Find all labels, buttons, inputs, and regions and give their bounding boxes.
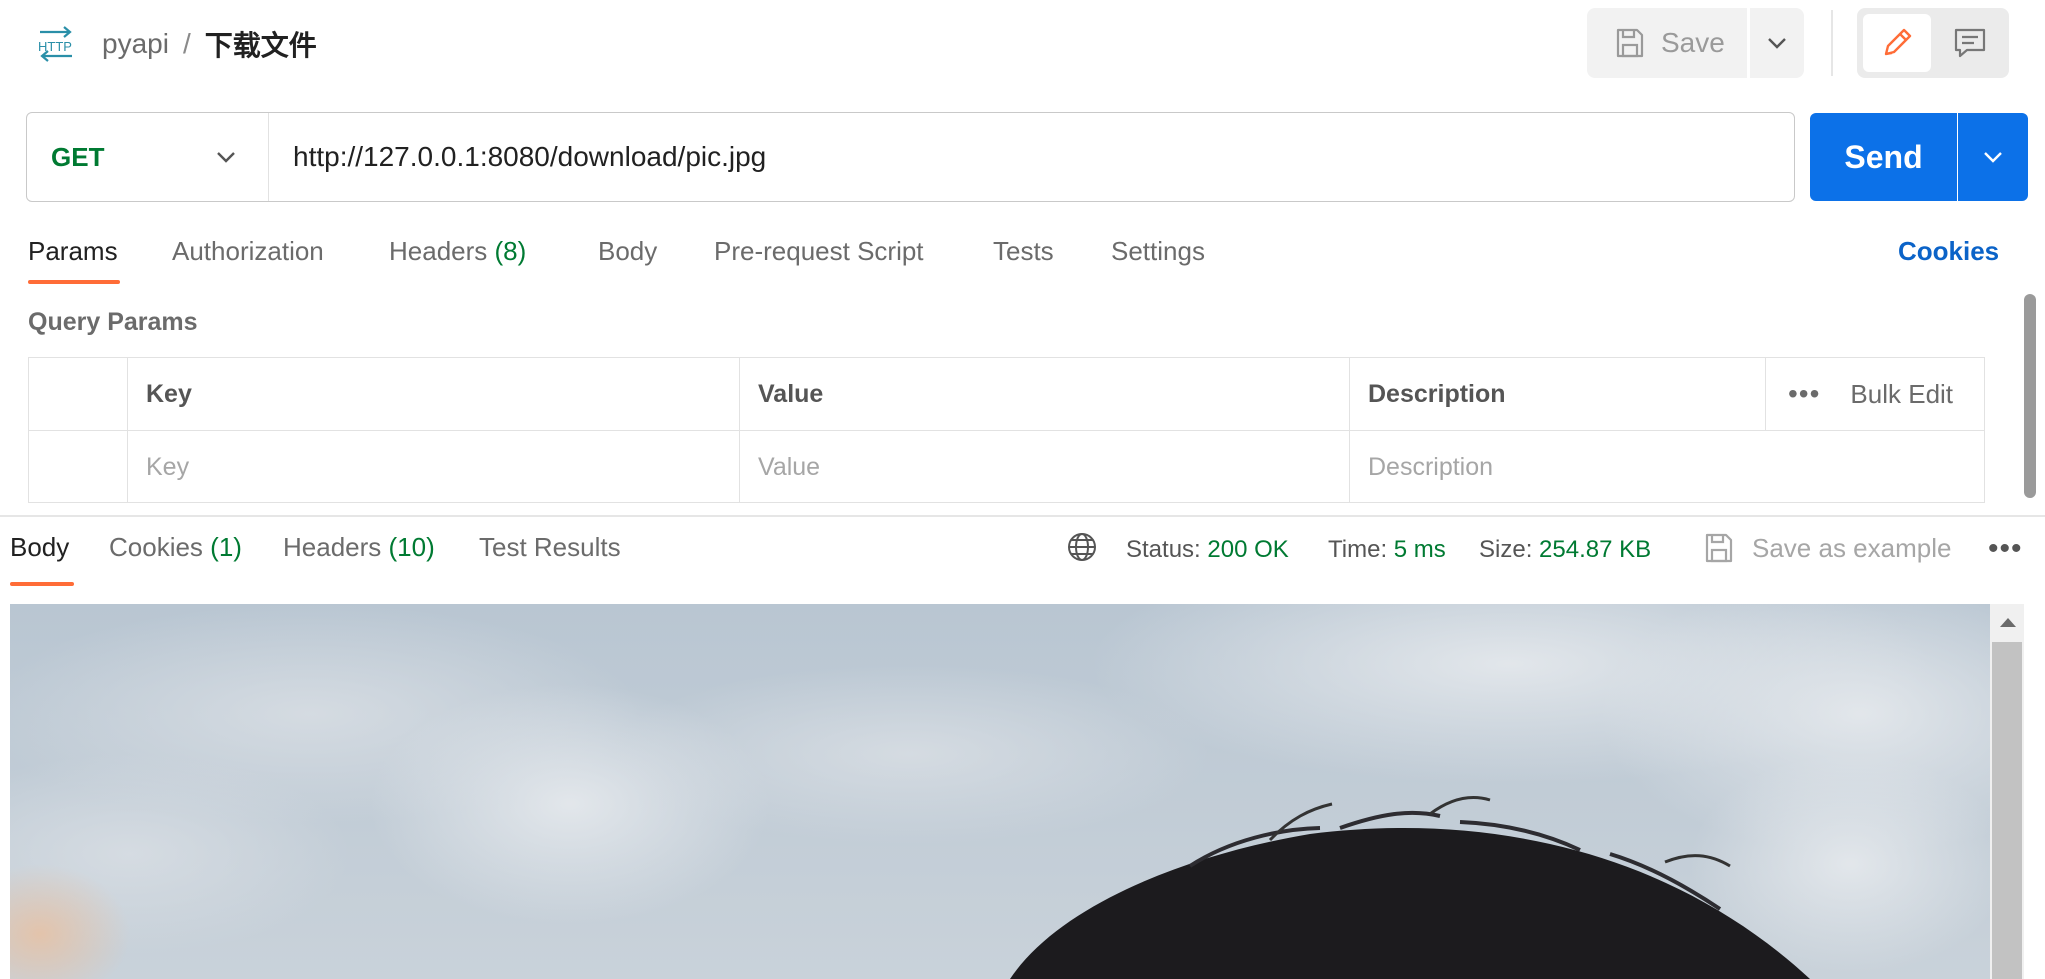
query-params-title: Query Params — [28, 308, 198, 336]
method-select[interactable]: GET — [27, 113, 269, 201]
response-tabs: Body Cookies (1) Headers (10) Test Resul… — [0, 530, 2045, 590]
table-header-row: Key Value Description ••• Bulk Edit — [29, 358, 1984, 430]
description-input[interactable]: Description — [1349, 431, 1986, 503]
url-input[interactable] — [269, 113, 1794, 201]
size-value: 254.87 KB — [1539, 536, 1652, 563]
tab-authorization[interactable]: Authorization — [172, 236, 324, 267]
more-actions-icon[interactable]: ••• — [1988, 532, 2023, 566]
tab-params[interactable]: Params — [28, 236, 118, 267]
tab-headers[interactable]: Headers (8) — [389, 236, 526, 267]
globe-icon[interactable] — [1066, 530, 1098, 564]
photo-preview — [10, 604, 1990, 979]
time-value: 5 ms — [1393, 536, 1446, 563]
checkbox-column-header — [29, 358, 127, 430]
method-label: GET — [51, 141, 105, 172]
save-icon — [1616, 28, 1644, 58]
response-size[interactable]: Size: 254.87 KB — [1479, 536, 1651, 564]
save-label: Save — [1661, 27, 1725, 58]
comment-icon — [1954, 28, 1986, 58]
tab-headers-label: Headers — [389, 236, 488, 266]
request-panel-scrollbar[interactable] — [2024, 294, 2036, 498]
send-options-button[interactable] — [1958, 113, 2028, 201]
chevron-down-icon — [1984, 152, 2002, 163]
response-time[interactable]: Time: 5 ms — [1328, 536, 1446, 564]
tab-body[interactable]: Body — [598, 236, 657, 267]
more-options-icon[interactable]: ••• — [1788, 378, 1820, 410]
send-button[interactable]: Send — [1810, 113, 1957, 201]
cookies-link[interactable]: Cookies — [1898, 236, 1999, 267]
bulk-edit-button[interactable]: Bulk Edit — [1850, 379, 1953, 410]
column-header-description: Description — [1349, 358, 1765, 430]
request-bar: GET — [26, 112, 1795, 202]
active-tab-indicator — [28, 280, 120, 284]
active-response-tab-indicator — [10, 582, 74, 586]
key-input[interactable]: Key — [127, 431, 739, 503]
response-tab-body[interactable]: Body — [10, 532, 69, 563]
response-divider[interactable] — [0, 515, 2045, 517]
toolbar-divider — [1831, 10, 1833, 76]
response-tab-headers-label: Headers — [283, 532, 382, 562]
edit-mode-button[interactable] — [1863, 14, 1931, 72]
row-checkbox-cell — [29, 431, 127, 503]
svg-text:HTTP: HTTP — [38, 39, 72, 54]
column-header-key: Key — [127, 358, 739, 430]
size-label: Size: — [1479, 536, 1533, 563]
mode-toggle — [1857, 8, 2009, 78]
tab-headers-count: (8) — [494, 236, 527, 266]
response-tab-headers-count: (10) — [388, 532, 435, 562]
chevron-down-icon — [217, 152, 235, 163]
response-tab-headers[interactable]: Headers (10) — [283, 532, 435, 563]
response-status[interactable]: Status: 200 OK — [1126, 536, 1289, 564]
comment-mode-button[interactable] — [1937, 14, 2003, 72]
response-image-preview — [10, 604, 1990, 979]
column-header-value: Value — [739, 358, 1349, 430]
save-as-example-button[interactable]: Save as example — [1704, 532, 1951, 564]
tab-settings[interactable]: Settings — [1111, 236, 1205, 267]
response-tab-cookies-label: Cookies — [109, 532, 203, 562]
table-row: Key Value Description — [29, 430, 1986, 503]
tab-tests[interactable]: Tests — [993, 236, 1054, 267]
http-icon: HTTP — [38, 26, 72, 62]
chevron-down-icon — [1768, 38, 1786, 49]
status-label: Status: — [1126, 536, 1201, 563]
save-button[interactable]: Save — [1587, 8, 1747, 78]
breadcrumb-collection[interactable]: pyapi — [102, 28, 169, 60]
breadcrumb: pyapi / 下载文件 — [102, 24, 317, 64]
send-button-group: Send — [1810, 113, 2028, 201]
value-input[interactable]: Value — [739, 431, 1349, 503]
tab-pre-request-script[interactable]: Pre-request Script — [714, 236, 924, 267]
save-options-button[interactable] — [1750, 8, 1804, 78]
preview-scrollbar-thumb[interactable] — [1992, 642, 2022, 979]
status-value: 200 OK — [1207, 536, 1289, 563]
query-params-table: Key Value Description ••• Bulk Edit Key … — [28, 357, 1985, 503]
scroll-up-arrow-icon[interactable] — [2000, 618, 2016, 627]
save-as-example-label: Save as example — [1752, 532, 1952, 563]
bulk-edit-area: ••• Bulk Edit — [1765, 358, 1986, 430]
response-tab-cookies[interactable]: Cookies (1) — [109, 532, 242, 563]
save-icon — [1705, 533, 1733, 563]
top-bar: HTTP pyapi / 下载文件 Save — [0, 0, 2045, 88]
preview-scrollbar[interactable] — [1990, 604, 2024, 979]
breadcrumb-separator: / — [182, 28, 191, 59]
time-label: Time: — [1328, 536, 1388, 563]
save-button-group: Save — [1587, 8, 1804, 78]
response-tab-cookies-count: (1) — [210, 532, 242, 562]
request-name[interactable]: 下载文件 — [205, 24, 317, 64]
pencil-icon — [1884, 28, 1912, 56]
request-tabs: Params Authorization Headers (8) Body Pr… — [0, 228, 2045, 288]
response-tab-test-results[interactable]: Test Results — [479, 532, 621, 563]
